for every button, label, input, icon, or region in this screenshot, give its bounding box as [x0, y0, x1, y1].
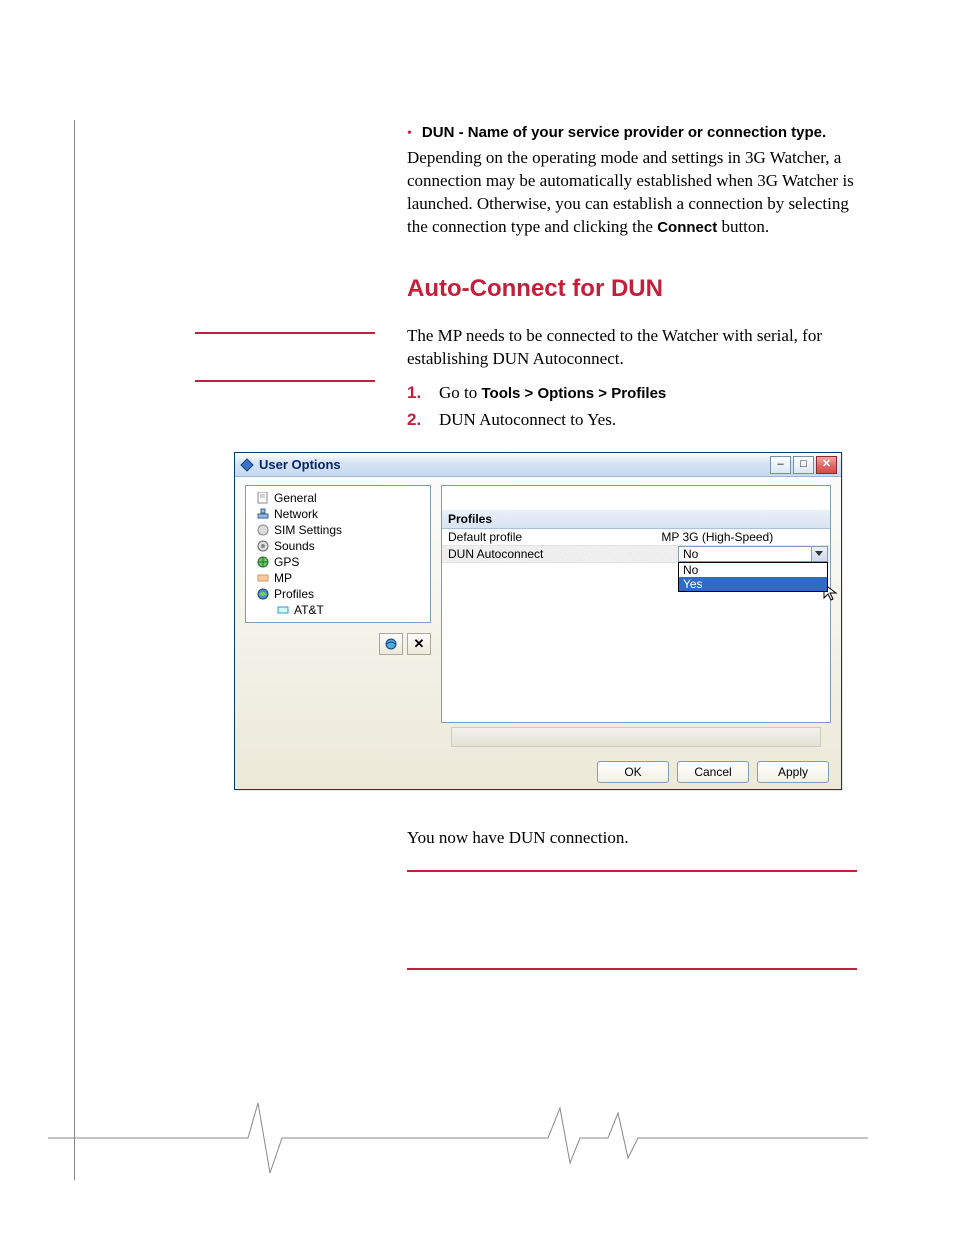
grid-row[interactable]: Default profile MP 3G (High-Speed)	[442, 529, 830, 546]
row-label: DUN Autoconnect	[442, 546, 655, 562]
row-value-cell: No No Yes	[655, 546, 830, 562]
para-text: Depending on the operating mode and sett…	[407, 148, 854, 236]
step-text: Go to Tools > Options > Profiles	[439, 379, 857, 406]
tree-item-att[interactable]: AT&T	[248, 602, 428, 618]
step-number: 1.	[407, 379, 425, 406]
dialog-title: User Options	[259, 457, 341, 472]
connect-label: Connect	[657, 219, 717, 236]
sim-icon	[256, 523, 270, 537]
tree-item-sounds[interactable]: Sounds	[248, 538, 428, 554]
row-value: MP 3G (High-Speed)	[655, 529, 830, 545]
autoconnect-combo[interactable]: No	[678, 546, 828, 562]
user-options-dialog: User Options – □ ✕ General Network SIM S…	[234, 452, 842, 790]
tree-item-network[interactable]: Network	[248, 506, 428, 522]
x-icon: ✕	[414, 636, 425, 652]
step-text: DUN Autoconnect to Yes.	[439, 406, 857, 433]
tree-item-sim[interactable]: SIM Settings	[248, 522, 428, 538]
dialog-titlebar[interactable]: User Options – □ ✕	[235, 453, 841, 477]
ok-button[interactable]: OK	[597, 761, 669, 783]
delete-button[interactable]: ✕	[407, 633, 431, 655]
dropdown-option-no[interactable]: No	[679, 563, 827, 577]
gps-icon	[256, 555, 270, 569]
step-number: 2.	[407, 406, 425, 433]
tree-item-mp[interactable]: MP	[248, 570, 428, 586]
mp-icon	[256, 571, 270, 585]
section-paragraph: The MP needs to be connected to the Watc…	[407, 325, 857, 371]
options-tree[interactable]: General Network SIM Settings Sounds GPS …	[245, 485, 431, 623]
app-icon	[239, 457, 255, 473]
sound-icon	[256, 539, 270, 553]
autoconnect-dropdown[interactable]: No Yes	[678, 562, 828, 592]
cancel-button[interactable]: Cancel	[677, 761, 749, 783]
bullet-dot-icon: •	[407, 127, 412, 141]
grid-row-selected[interactable]: DUN Autoconnect No No Yes	[442, 546, 830, 563]
globe-icon	[384, 637, 398, 651]
profiles-panel: Profiles Default profile MP 3G (High-Spe…	[441, 485, 831, 723]
combo-value: No	[679, 547, 811, 561]
accent-rule	[407, 968, 857, 970]
apply-button[interactable]: Apply	[757, 761, 829, 783]
carrier-icon	[276, 603, 290, 617]
tree-item-general[interactable]: General	[248, 490, 428, 506]
globe-button[interactable]	[379, 633, 403, 655]
closing-text: You now have DUN connection.	[407, 828, 629, 848]
minimize-button[interactable]: –	[770, 456, 791, 474]
close-button[interactable]: ✕	[816, 456, 837, 474]
ekg-decoration	[48, 1093, 868, 1183]
step-item: 2. DUN Autoconnect to Yes.	[407, 406, 857, 433]
accent-rule	[195, 380, 375, 382]
section-heading: Auto-Connect for DUN	[407, 275, 857, 303]
network-icon	[256, 507, 270, 521]
accent-rule	[195, 332, 375, 334]
margin-rule	[74, 120, 80, 1180]
separator-bar	[451, 727, 821, 747]
bullet-text: DUN - Name of your service provider or c…	[422, 124, 826, 141]
chevron-down-icon[interactable]	[811, 547, 827, 561]
step-item: 1. Go to Tools > Options > Profiles	[407, 379, 857, 406]
intro-paragraph: Depending on the operating mode and sett…	[407, 147, 857, 239]
profiles-icon	[256, 587, 270, 601]
row-label: Default profile	[442, 529, 655, 545]
para-text: button.	[717, 217, 769, 236]
dropdown-option-yes[interactable]: Yes	[679, 577, 827, 591]
tree-item-profiles[interactable]: Profiles	[248, 586, 428, 602]
maximize-button[interactable]: □	[793, 456, 814, 474]
bullet-item: • DUN - Name of your service provider or…	[407, 124, 857, 141]
tree-item-gps[interactable]: GPS	[248, 554, 428, 570]
accent-rule	[407, 870, 857, 872]
page-icon	[256, 491, 270, 505]
panel-header: Profiles	[442, 510, 830, 529]
